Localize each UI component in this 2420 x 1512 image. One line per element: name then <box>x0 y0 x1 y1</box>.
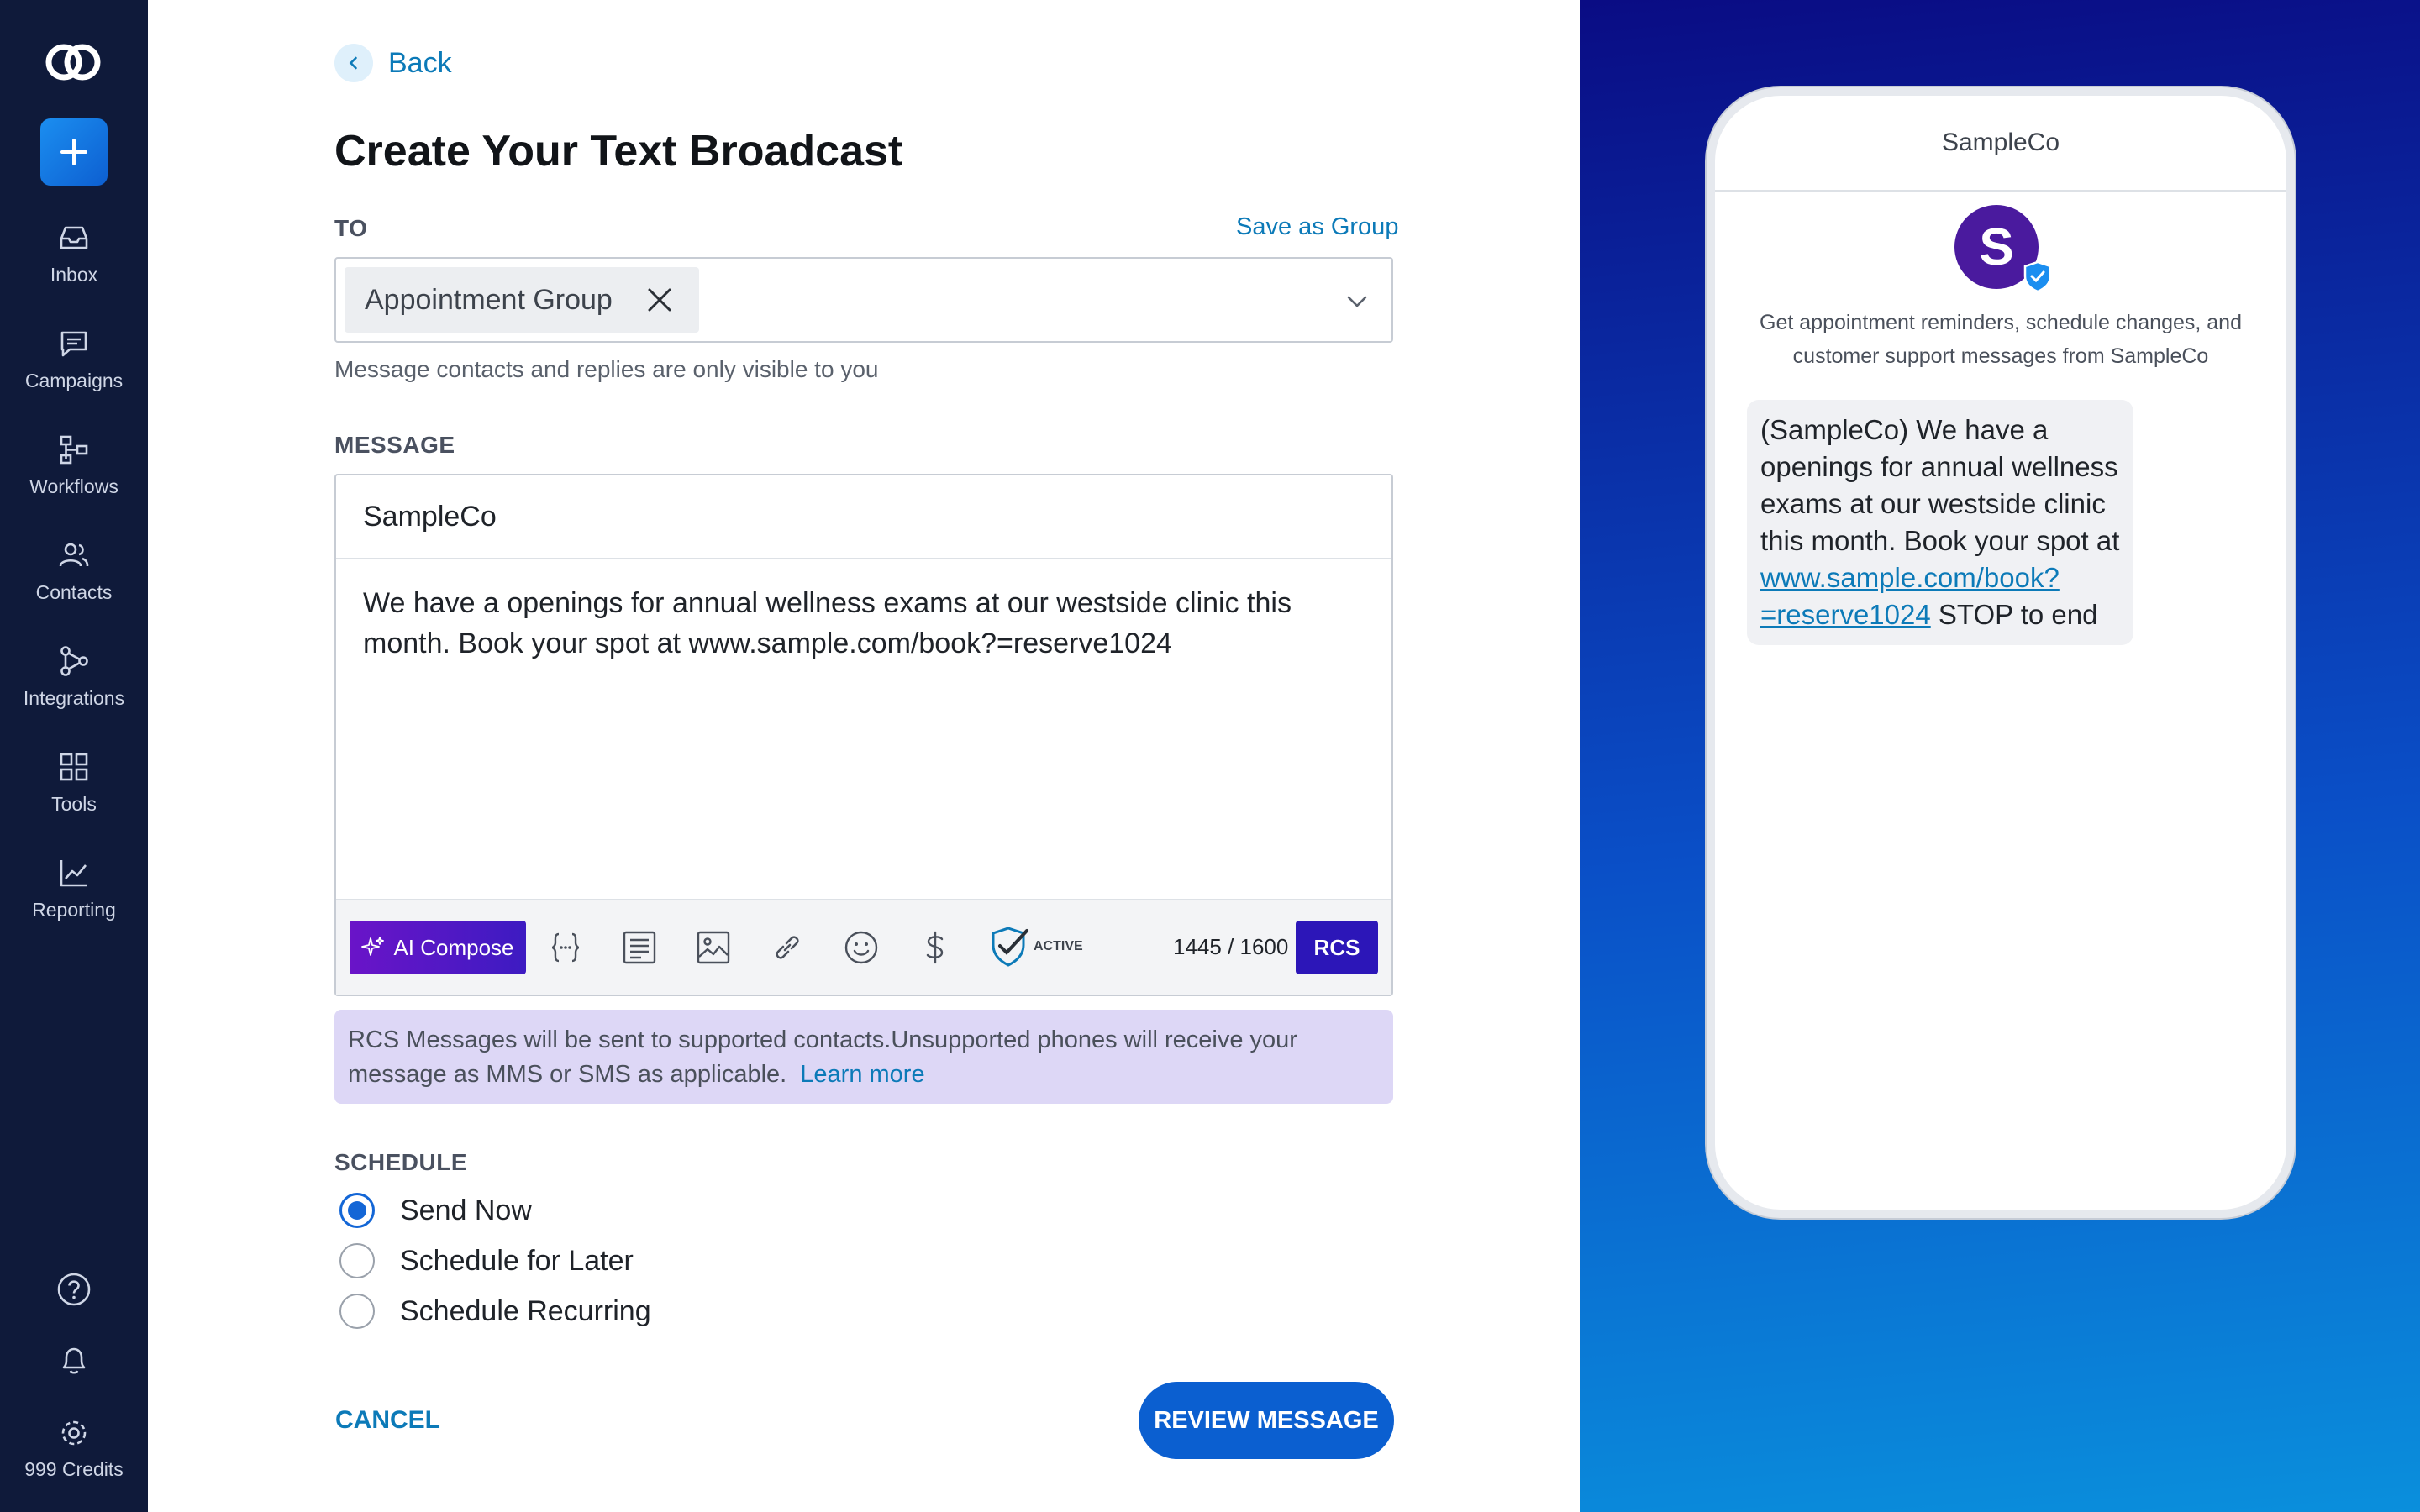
recipient-select[interactable]: Appointment Group <box>334 257 1393 343</box>
to-label: TO <box>334 215 368 241</box>
radio-button[interactable] <box>339 1294 375 1329</box>
ai-compose-label: AI Compose <box>393 934 514 960</box>
message-bubble: (SampleCo) We have a openings for annual… <box>1747 400 2133 645</box>
variable-braces-icon[interactable] <box>547 929 584 966</box>
schedule-option-recurring[interactable]: Schedule Recurring <box>339 1294 651 1329</box>
bubble-text: (SampleCo) We have a openings for annual… <box>1760 414 2120 556</box>
radio-label: Schedule Recurring <box>400 1294 651 1327</box>
phone-header-title: SampleCo <box>1715 96 2286 192</box>
schedule-label: SCHEDULE <box>334 1149 468 1175</box>
dollar-icon[interactable] <box>917 929 954 966</box>
bubble-suffix: STOP to end <box>1938 599 2098 630</box>
sidebar-item-label: Contacts <box>35 581 113 603</box>
active-label: ACTIVE <box>1034 939 1083 953</box>
sidebar-item-campaigns[interactable]: Campaigns <box>0 326 148 410</box>
sidebar-item-integrations[interactable]: Integrations <box>0 643 148 727</box>
chat-icon <box>60 331 87 357</box>
message-toolbar: AI Compose ACTIVE 1445 / 1600 RCS <box>336 899 1392 995</box>
character-counter: 1445 / 1600 <box>1173 934 1289 959</box>
grid-icon <box>60 753 88 781</box>
sidebar-item-contacts[interactable]: Contacts <box>0 538 148 622</box>
sidebar-item-label: Integrations <box>23 687 125 709</box>
sidebar-item-label: Inbox <box>50 264 98 286</box>
brand-description: Get appointment reminders, schedule chan… <box>1760 311 2242 368</box>
help-icon[interactable] <box>55 1271 92 1308</box>
phone-mockup: SampleCo S Get appointment reminders, sc… <box>1707 87 2295 1218</box>
radio-button[interactable] <box>339 1243 375 1278</box>
back-label: Back <box>388 46 452 79</box>
recipient-chip-label: Appointment Group <box>365 283 613 316</box>
message-editor: SampleCo We have a openings for annual w… <box>334 474 1393 996</box>
contacts-icon <box>59 543 89 567</box>
recipient-helper-text: Message contacts and replies are only vi… <box>334 356 879 382</box>
close-icon[interactable] <box>645 286 674 314</box>
radio-label: Send Now <box>400 1194 532 1226</box>
sidebar-item-workflows[interactable]: Workflows <box>0 432 148 516</box>
chevron-down-icon[interactable] <box>1344 289 1370 314</box>
emoji-icon[interactable] <box>843 929 880 966</box>
sidebar-item-label: Reporting <box>32 899 116 921</box>
back-link[interactable]: Back <box>334 44 452 82</box>
workflow-icon <box>60 435 88 465</box>
sender-name-field[interactable]: SampleCo <box>336 475 1392 559</box>
radio-label: Schedule for Later <box>400 1244 634 1277</box>
ai-compose-button[interactable]: AI Compose <box>350 921 526 974</box>
image-icon[interactable] <box>695 929 732 966</box>
sparkle-icon <box>361 937 385 956</box>
sidebar: Inbox Campaigns Workflows Contacts Integ… <box>0 0 148 1512</box>
create-new-button[interactable] <box>40 118 108 186</box>
link-icon[interactable] <box>769 929 806 966</box>
integrations-icon <box>60 646 88 676</box>
sidebar-item-label: Tools <box>51 793 97 815</box>
radio-button[interactable] <box>339 1193 375 1228</box>
recipient-chip: Appointment Group <box>345 267 699 333</box>
bell-icon[interactable] <box>55 1341 92 1378</box>
sidebar-item-label: Campaigns <box>24 370 124 391</box>
message-textarea[interactable]: We have a openings for annual wellness e… <box>363 583 1338 664</box>
review-message-button[interactable]: REVIEW MESSAGE <box>1139 1382 1394 1459</box>
cancel-button[interactable]: CANCEL <box>335 1406 440 1435</box>
inbox-icon <box>60 226 88 249</box>
rcs-info-banner: RCS Messages will be sent to supported c… <box>334 1010 1393 1104</box>
message-label: MESSAGE <box>334 432 455 458</box>
chart-icon <box>60 860 87 887</box>
shield-check-icon <box>992 927 1028 967</box>
template-icon[interactable] <box>621 929 658 966</box>
gear-icon[interactable] <box>55 1415 92 1452</box>
verified-badge-icon <box>2023 260 2052 292</box>
learn-more-link[interactable]: Learn more <box>800 1061 924 1088</box>
save-as-group-link[interactable]: Save as Group <box>1236 213 1398 241</box>
schedule-option-later[interactable]: Schedule for Later <box>339 1243 634 1278</box>
compliance-active-badge[interactable]: ACTIVE <box>990 926 1083 968</box>
chevron-left-icon <box>334 44 373 82</box>
app-logo-icon[interactable] <box>42 37 106 87</box>
credits-counter[interactable]: 999 Credits <box>0 1458 148 1481</box>
sidebar-item-reporting[interactable]: Reporting <box>0 855 148 939</box>
message-preview-panel: SampleCo S Get appointment reminders, sc… <box>1580 0 2420 1512</box>
sidebar-item-tools[interactable]: Tools <box>0 749 148 833</box>
sidebar-item-inbox[interactable]: Inbox <box>0 220 148 304</box>
rcs-button[interactable]: RCS <box>1296 921 1378 974</box>
page-title: Create Your Text Broadcast <box>334 127 903 176</box>
schedule-option-send-now[interactable]: Send Now <box>339 1193 532 1228</box>
plus-icon <box>60 139 87 165</box>
sidebar-item-label: Workflows <box>29 475 118 497</box>
